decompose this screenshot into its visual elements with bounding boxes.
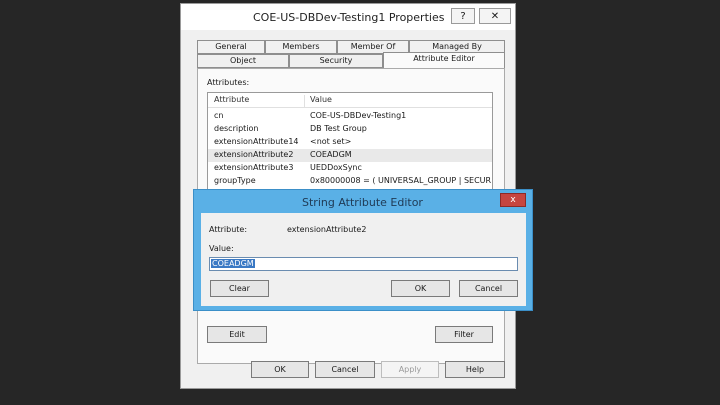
- edit-button[interactable]: Edit: [207, 326, 267, 343]
- attribute-value-cell: <not set>: [310, 137, 352, 146]
- attribute-value-cell: COE-US-DBDev-Testing1: [310, 111, 407, 120]
- attribute-value-cell: 0x80000008 = ( UNIVERSAL_GROUP | SECUR: [310, 176, 492, 185]
- filter-button[interactable]: Filter: [435, 326, 493, 343]
- clear-button[interactable]: Clear: [210, 280, 269, 297]
- attribute-value-cell: DB Test Group: [310, 124, 367, 133]
- attribute-name-cell: cn: [214, 111, 224, 120]
- tab-attribute-editor[interactable]: Attribute Editor: [383, 52, 505, 68]
- attributes-group-label: Attributes:: [207, 78, 250, 87]
- editor-ok-button[interactable]: OK: [391, 280, 450, 297]
- editor-body: Attribute: extensionAttribute2 Value: CO…: [201, 213, 526, 306]
- column-divider[interactable]: [304, 95, 305, 107]
- string-attribute-editor: String Attribute Editor x Attribute: ext…: [193, 189, 533, 311]
- column-header-attribute[interactable]: Attribute: [214, 95, 249, 104]
- header-divider: [208, 107, 492, 108]
- attribute-value-cell: UEDDoxSync: [310, 163, 362, 172]
- table-row[interactable]: description DB Test Group: [208, 123, 492, 136]
- help-icon[interactable]: ?: [451, 8, 475, 24]
- tab-members[interactable]: Members: [265, 40, 337, 54]
- attribute-name-cell: extensionAttribute3: [214, 163, 294, 172]
- value-text: COEADGM: [211, 259, 255, 268]
- attribute-name: extensionAttribute2: [287, 225, 367, 234]
- editor-title-bar: String Attribute Editor x: [194, 190, 532, 212]
- attribute-name-cell: description: [214, 124, 259, 133]
- apply-button[interactable]: Apply: [381, 361, 439, 378]
- editor-close-icon[interactable]: x: [500, 193, 526, 207]
- title-bar: COE-US-DBDev-Testing1 Properties ? ✕: [181, 4, 515, 30]
- attribute-value-cell: COEADGM: [310, 150, 352, 159]
- editor-title: String Attribute Editor: [302, 196, 423, 209]
- window-title: COE-US-DBDev-Testing1 Properties: [253, 11, 445, 24]
- tab-object[interactable]: Object: [197, 54, 289, 68]
- value-label: Value:: [209, 244, 234, 253]
- table-row[interactable]: groupType 0x80000008 = ( UNIVERSAL_GROUP …: [208, 175, 492, 188]
- help-button[interactable]: Help: [445, 361, 505, 378]
- table-row[interactable]: cn COE-US-DBDev-Testing1: [208, 110, 492, 123]
- table-row[interactable]: extensionAttribute14 <not set>: [208, 136, 492, 149]
- cancel-button[interactable]: Cancel: [315, 361, 375, 378]
- attribute-name-cell: extensionAttribute2: [214, 150, 294, 159]
- attribute-list[interactable]: Attribute Value cn COE-US-DBDev-Testing1 d…: [207, 92, 493, 192]
- attribute-name-cell: extensionAttribute14: [214, 137, 299, 146]
- tab-security[interactable]: Security: [289, 54, 383, 68]
- attribute-label: Attribute:: [209, 225, 248, 234]
- editor-cancel-button[interactable]: Cancel: [459, 280, 518, 297]
- column-header-value[interactable]: Value: [310, 95, 332, 104]
- table-row[interactable]: extensionAttribute2 COEADGM: [208, 149, 492, 162]
- value-input[interactable]: COEADGM: [209, 257, 518, 271]
- table-row[interactable]: extensionAttribute3 UEDDoxSync: [208, 162, 492, 175]
- attribute-name-cell: groupType: [214, 176, 256, 185]
- close-icon[interactable]: ✕: [479, 8, 511, 24]
- ok-button[interactable]: OK: [251, 361, 309, 378]
- tab-general[interactable]: General: [197, 40, 265, 54]
